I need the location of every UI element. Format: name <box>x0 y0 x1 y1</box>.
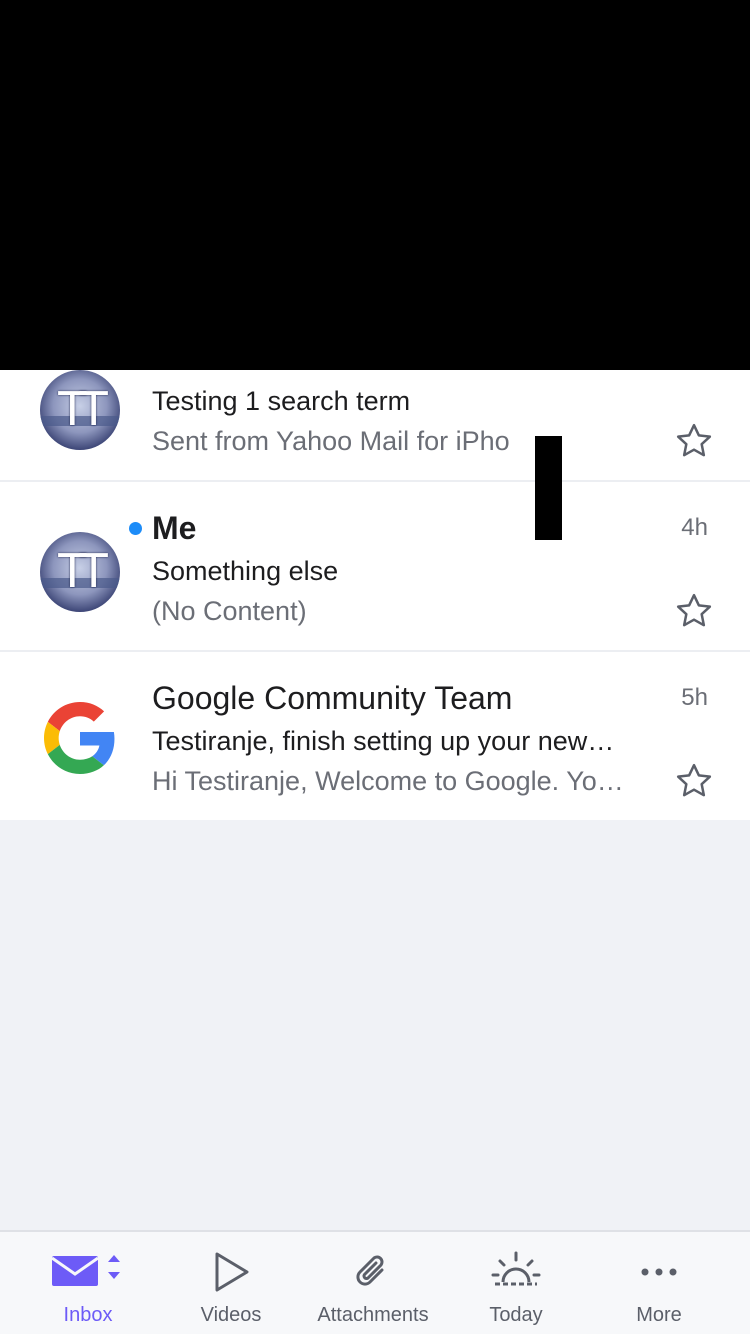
message-sender: Me <box>152 510 197 546</box>
play-icon <box>215 1252 249 1292</box>
star-icon[interactable] <box>674 591 714 631</box>
tab-label: Today <box>489 1304 543 1326</box>
message-snippet: (No Content) <box>152 596 307 626</box>
tab-label: More <box>636 1304 682 1326</box>
avatar: TT <box>40 532 120 612</box>
tab-inbox[interactable]: Inbox <box>13 1232 163 1334</box>
tab-label: Inbox <box>63 1304 113 1326</box>
message-subject: Testiranje, finish setting up your new… <box>152 726 615 756</box>
message-sender: Google Community Team <box>152 680 513 716</box>
message-row[interactable]: Google Community Team 5h Testiranje, fin… <box>0 652 750 820</box>
redaction-bar <box>535 436 562 540</box>
tab-label: Videos <box>200 1304 262 1326</box>
avatar: TT <box>40 370 120 450</box>
sunrise-icon <box>491 1251 541 1286</box>
message-time: 5h <box>681 684 708 711</box>
google-logo-icon <box>44 702 115 774</box>
tab-attachments[interactable]: Attachments <box>298 1232 448 1334</box>
redaction-block-top <box>0 0 750 370</box>
message-snippet: Sent from Yahoo Mail for iPho <box>152 426 510 456</box>
bottom-tab-bar: Inbox Videos Attachments Today More <box>0 1230 750 1334</box>
message-list: TT Testing 1 search term Sent from Yahoo… <box>0 310 750 820</box>
tab-today[interactable]: Today <box>441 1232 591 1334</box>
tab-videos[interactable]: Videos <box>156 1232 306 1334</box>
unread-indicator <box>129 522 142 535</box>
message-snippet: Hi Testiranje, Welcome to Google. Yo… <box>152 766 624 796</box>
tab-label: Attachments <box>317 1304 429 1326</box>
more-dots-icon <box>641 1268 677 1276</box>
star-icon[interactable] <box>674 421 714 461</box>
message-subject: Testing 1 search term <box>152 386 411 416</box>
message-subject: Something else <box>152 556 339 586</box>
mail-icon <box>51 1255 120 1286</box>
message-row[interactable]: TT Me 4h Something else (No Content) <box>0 482 750 652</box>
message-time: 4h <box>681 514 708 541</box>
star-icon[interactable] <box>674 761 714 801</box>
mail-app-screen: TT Testing 1 search term Sent from Yahoo… <box>0 0 750 1334</box>
tab-more[interactable]: More <box>584 1232 734 1334</box>
paperclip-icon <box>356 1255 384 1286</box>
